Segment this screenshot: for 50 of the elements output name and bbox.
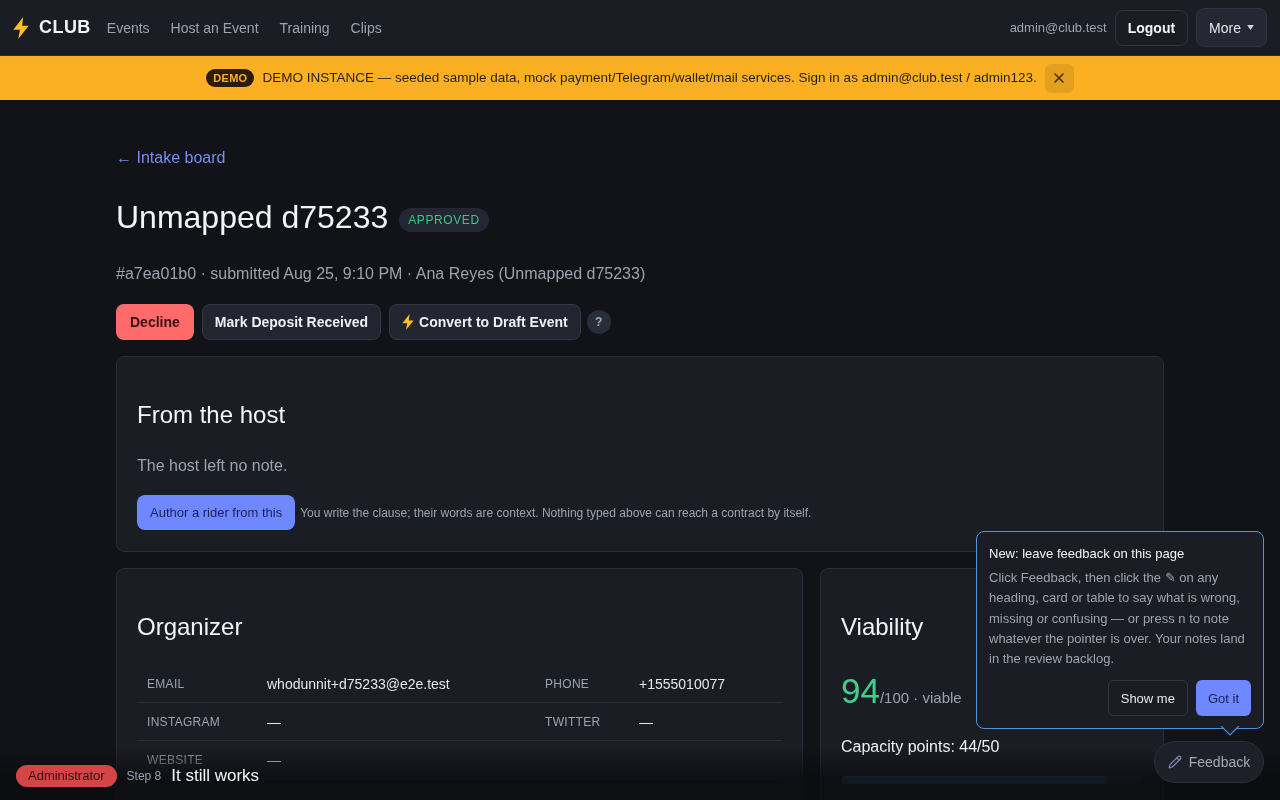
demo-badge: DEMO	[206, 69, 255, 87]
field-value: +1555010077	[639, 674, 726, 694]
nav-link[interactable]: Host an Event	[170, 17, 259, 38]
hint-text: You write the clause; their words are context. Nothing typed above can reach a contract by itself.	[300, 504, 812, 521]
decline-button[interactable]: Decline	[116, 304, 194, 340]
more-button[interactable]: More	[1196, 8, 1267, 47]
step-title: It still works	[171, 765, 260, 787]
score-suffix: /100 · viable	[879, 689, 962, 708]
card-heading: Organizer	[137, 612, 243, 642]
author-rider-button[interactable]: Author a rider from this	[137, 495, 296, 530]
popover-title: New: leave feedback on this page	[989, 545, 1186, 563]
lightning-bolt-icon	[402, 314, 415, 330]
score-value: 94	[841, 670, 880, 712]
field-label: WEBSITE	[147, 751, 204, 768]
role-badge: Administrator	[16, 765, 117, 787]
field-label: INSTAGRAM	[147, 713, 221, 730]
help-button[interactable]: ?	[586, 310, 611, 334]
close-button[interactable]	[1044, 63, 1074, 93]
submission-meta: #a7ea01b0 · submitted Aug 25, 9:10 PM · Ana Reyes (Unmapped d75233)	[116, 264, 646, 284]
popover-body: Click Feedback, then click the ✎ on any heading, card or table to say what is wrong, missing or confusing — or press n to note whatever the pointer is over. Your notes land in the review backlog.	[989, 569, 1246, 669]
feedback-button[interactable]: Feedback	[1154, 741, 1264, 783]
field-label: TWITTER	[545, 713, 601, 730]
host-note: The host left no note.	[137, 456, 288, 476]
caret-icon	[1247, 25, 1254, 30]
show-me-button[interactable]: Show me	[1107, 680, 1188, 717]
lightning-bolt-icon	[12, 16, 30, 39]
logo-text[interactable]: CLUB	[39, 14, 91, 41]
action-button[interactable]: Convert to Draft Event	[389, 304, 581, 340]
logout-button[interactable]: Logout	[1114, 9, 1189, 46]
banner-text: DEMO INSTANCE — seeded sample data, mock payment/Telegram/wallet/mail services. Sign in as admin@club.test / admin123.	[262, 68, 1037, 87]
nav-link[interactable]: Events	[106, 17, 150, 38]
field-value: —	[267, 712, 281, 732]
nav-link[interactable]: Clips	[350, 17, 382, 38]
field-value: —	[639, 712, 653, 732]
pencil-icon	[1167, 755, 1182, 769]
action-button[interactable]: Mark Deposit Received	[201, 304, 382, 340]
field-label: PHONE	[545, 675, 590, 692]
status-badge: APPROVED	[399, 208, 489, 232]
field-value: whodunnit+d75233@e2e.test	[267, 674, 450, 694]
user-email: admin@club.test	[1009, 18, 1107, 37]
field-value: —	[267, 750, 281, 770]
got-it-button[interactable]: Got it	[1195, 680, 1251, 717]
nav-link[interactable]: Training	[279, 17, 330, 38]
step-number: Step 8	[126, 768, 162, 784]
page-title: Unmapped d75233	[116, 198, 389, 237]
field-label: EMAIL	[147, 675, 185, 692]
back-link[interactable]: ← Intake board	[116, 146, 226, 170]
card-heading: Viability	[841, 612, 924, 642]
card-heading: From the host	[137, 400, 286, 430]
capacity-text: Capacity points: 44/50	[841, 737, 1000, 757]
